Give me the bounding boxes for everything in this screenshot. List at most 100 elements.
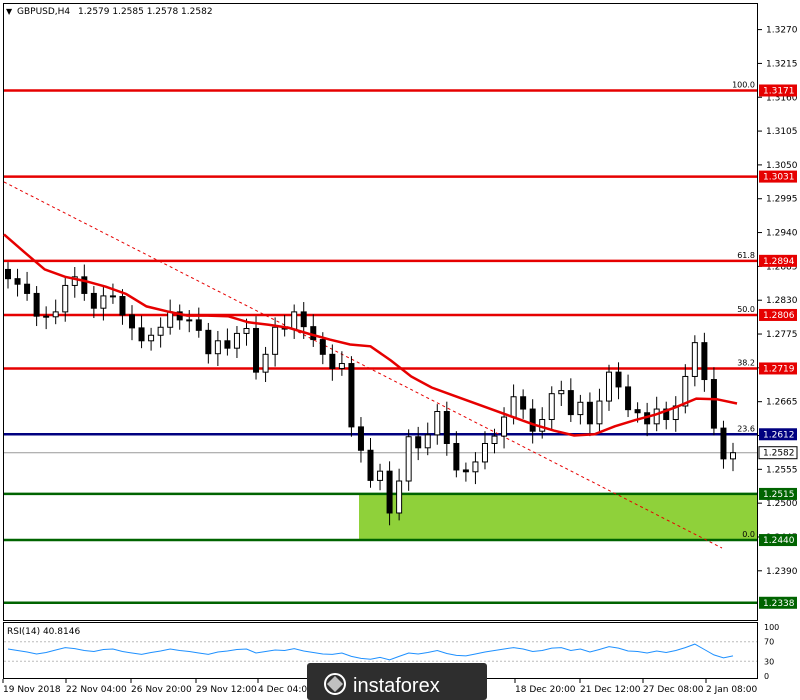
candle-body [43,315,50,318]
candle-body [100,295,107,309]
candle-body [157,326,164,336]
candle-body [730,452,736,460]
candle-body [405,436,412,482]
candle-body [148,334,155,342]
candle-body [720,427,727,460]
current-price-label: 1.2582 [763,449,795,459]
support-zone-rect [359,493,757,541]
x-tick-label: 27 Dec 08:00 [643,685,704,695]
candle-body [319,339,326,355]
rsi-tick-label: 30 [764,657,774,666]
candle-body [357,426,364,451]
candle-body [262,353,269,373]
fib-level-label: 38.2 [737,358,755,367]
candle-body [510,396,517,418]
candle-body [453,442,460,471]
level-price-label: 1.2515 [763,490,795,500]
candle-body [24,283,31,294]
candle-body [291,311,298,330]
candle-body [529,408,536,432]
y-tick-label: 1.2555 [766,465,798,475]
candle-body [691,342,698,377]
candle-body [415,436,422,449]
level-price-label: 1.2719 [763,364,795,374]
candle-body [329,353,336,369]
y-tick-label: 1.2940 [766,229,798,239]
candle-body [272,326,279,355]
fib-level-label: 23.6 [737,424,755,433]
candle-body [338,363,345,369]
candle-body [377,470,384,481]
rsi-tick-label: 70 [764,638,774,647]
fib-level-label: 61.8 [737,251,755,260]
candle-body [138,327,145,342]
y-tick-label: 1.2665 [766,398,798,408]
y-tick-label: 1.2775 [766,330,798,340]
support-zone [359,493,757,541]
level-price-label: 1.2338 [763,599,795,609]
candle-body [596,400,603,425]
y-tick-label: 1.2390 [766,567,798,577]
candle-body [396,480,403,514]
candle-body [367,449,374,481]
candle-body [625,386,632,411]
instaforex-watermark: instaforex [307,663,487,700]
candle-body [548,393,555,421]
x-tick-label: 2 Jan 08:00 [706,685,758,695]
candle-body [90,292,97,309]
candle-body [586,401,593,425]
candle-body [520,396,527,410]
candle-body [567,390,574,416]
candle-body [491,435,498,444]
rsi-tick-label: 0 [764,672,769,681]
rsi-tick-label: 100 [764,623,779,632]
candle-body [214,340,221,355]
rsi-label: RSI(14) 40.8146 [7,627,80,637]
x-tick-label: 18 Dec 20:00 [515,685,576,695]
candle-body [5,268,11,280]
fib-level-label: 50.0 [737,305,755,314]
x-tick-label: 29 Nov 12:00 [196,685,257,695]
x-tick-label: 26 Nov 20:00 [131,685,192,695]
candle-body [424,434,431,449]
symbol-label: GBPUSD,H4 [17,7,70,17]
candle-body [33,292,40,317]
level-price-label: 1.2894 [763,257,795,267]
candle-body [109,295,116,298]
candle-body [634,409,641,414]
candle-body [615,371,622,388]
fib-level-label: 100.0 [732,80,755,89]
candle-body [472,461,479,473]
candle-body [119,296,126,316]
candle-body [14,278,21,285]
y-tick-label: 1.3215 [766,59,798,69]
candle-body [434,411,441,436]
fib-level-label: 0.0 [742,530,755,539]
candle-body [577,401,584,416]
candle-body [558,390,565,395]
candle-body [462,469,469,473]
level-price-label: 1.2440 [763,536,795,546]
price-chart: 1.32701.32151.31601.31051.30501.29951.29… [2,3,798,700]
candle-body [443,411,450,444]
candle-body [233,332,240,349]
x-tick-label: 21 Dec 12:00 [580,685,641,695]
candle-body [348,363,355,428]
candle-body [481,442,488,463]
candle-body [195,319,202,331]
candle-body [62,284,69,313]
candle-body [386,470,393,514]
candle-body [253,327,260,373]
level-price-label: 1.2806 [763,311,795,321]
symbol-dropdown-icon[interactable]: ▼ [6,7,13,16]
candle-body [300,311,307,328]
x-tick-label: 22 Nov 04:00 [66,685,127,695]
candle-body [205,329,212,355]
candle-body [310,326,317,341]
x-tick-label: 4 Dec 04:00 [258,685,313,695]
level-price-label: 1.3171 [763,86,795,96]
candle-body [186,319,193,322]
y-tick-label: 1.3270 [766,26,798,36]
y-tick-label: 1.2500 [766,499,798,509]
level-price-label: 1.3031 [763,173,795,183]
